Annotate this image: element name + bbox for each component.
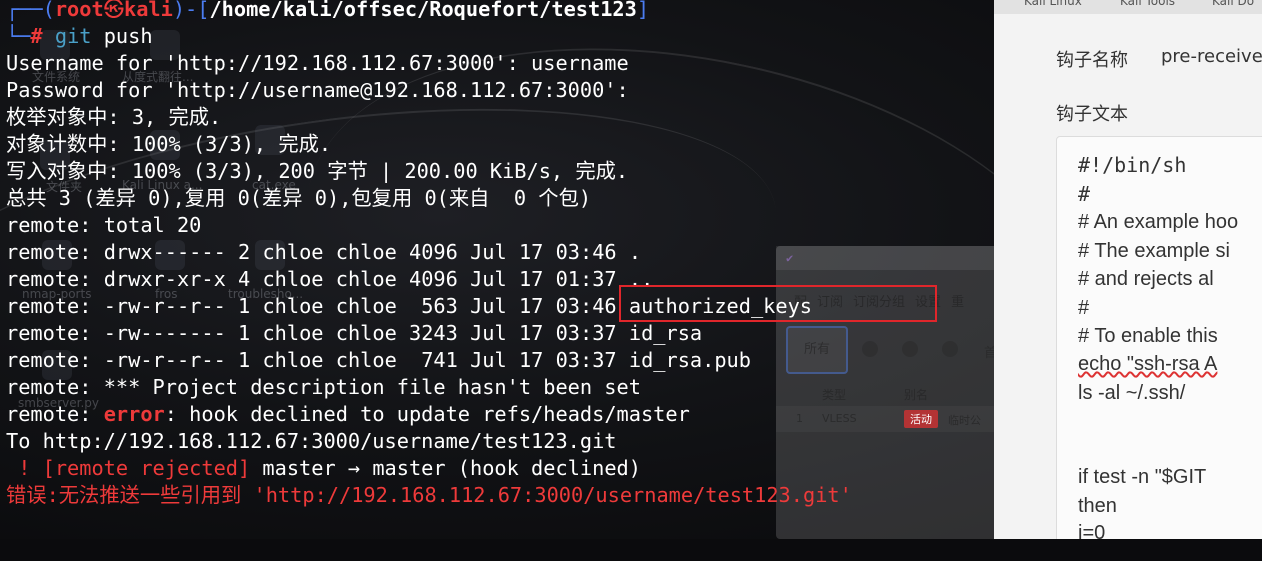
error-keyword: error bbox=[103, 402, 165, 426]
command-line: └─# git push bbox=[6, 24, 153, 48]
prompt-cwd: /home/kali/offsec/Roquefort/test123 bbox=[209, 0, 637, 21]
code-line: # The example si bbox=[1078, 240, 1230, 262]
final-error-line: 错误:无法推送一些引用到 'http://192.168.112.67:3000… bbox=[6, 483, 852, 507]
remote-listing-line: remote: drwxr-xr-x 4 chloe chloe 4096 Ju… bbox=[6, 267, 654, 291]
output-line: 写入对象中: 100% (3/3), 200 字节 | 200.00 KiB/s… bbox=[6, 159, 629, 183]
bookmark-kali-docs[interactable]: Kali Do bbox=[1212, 0, 1254, 8]
hook-editor-panel: Kali Linux Kali Tools Kali Do 钩子名称 pre-r… bbox=[994, 0, 1262, 539]
rejected-line: ! [remote rejected] master → master (hoo… bbox=[6, 456, 641, 480]
terminal-window[interactable]: ┌──(root㉿kali)-[/home/kali/offsec/Roquef… bbox=[0, 0, 1000, 539]
browser-bookmarks-bar: Kali Linux Kali Tools Kali Do bbox=[994, 0, 1262, 14]
prompt-line: ┌──(root㉿kali)-[/home/kali/offsec/Roquef… bbox=[6, 0, 649, 23]
command-name: git bbox=[54, 24, 92, 48]
output-line: To http://192.168.112.67:3000/username/t… bbox=[6, 429, 617, 453]
remote-listing-line: remote: drwx------ 2 chloe chloe 4096 Ju… bbox=[6, 240, 642, 264]
output-line: 对象计数中: 100% (3/3), 完成. bbox=[6, 132, 332, 156]
output-line: 总共 3 (差异 0),复用 0(差异 0),包复用 0(来自 0 个包) bbox=[6, 186, 592, 210]
remote-line: remote: *** Project description file has… bbox=[6, 375, 641, 399]
code-line: if test -n "$GIT bbox=[1078, 466, 1207, 488]
remote-listing-line: remote: -rw-r--r-- 1 chloe chloe 741 Jul… bbox=[6, 348, 751, 372]
remote-line: remote: total 20 bbox=[6, 213, 202, 237]
prompt-at-symbol: ㉿ bbox=[103, 0, 124, 21]
code-line: # An example hoo bbox=[1078, 211, 1239, 233]
code-line: echo "ssh-rsa A bbox=[1078, 353, 1218, 375]
output-line: Password for 'http://username@192.168.11… bbox=[6, 78, 629, 102]
output-line: Username for 'http://192.168.112.67:3000… bbox=[6, 51, 629, 75]
hook-name-value: pre-receive bbox=[1161, 46, 1262, 67]
hook-text-label: 钩子文本 bbox=[1056, 104, 1128, 125]
command-args: push bbox=[91, 24, 153, 48]
bookmark-kali-linux[interactable]: Kali Linux bbox=[1024, 0, 1082, 8]
bookmark-kali-tools[interactable]: Kali Tools bbox=[1120, 0, 1175, 8]
code-line: ls -al ~/.ssh/ bbox=[1078, 382, 1186, 404]
code-line: # bbox=[1078, 182, 1091, 206]
prompt-user: root bbox=[54, 0, 104, 21]
remote-error-line: remote: error: hook declined to update r… bbox=[6, 402, 690, 426]
code-line: i=0 bbox=[1078, 522, 1106, 539]
hook-name-label: 钩子名称 bbox=[1056, 50, 1128, 71]
output-line: 枚举对象中: 3, 完成. bbox=[6, 105, 222, 129]
code-line: # bbox=[1078, 297, 1090, 319]
code-line: # To enable this bbox=[1078, 325, 1218, 347]
remote-listing-line: remote: -rw------- 1 chloe chloe 3243 Ju… bbox=[6, 321, 703, 345]
code-line: # and rejects al bbox=[1078, 268, 1214, 290]
prompt-symbol: # bbox=[30, 24, 43, 48]
authorized-keys-highlight bbox=[619, 285, 937, 322]
code-line: #!/bin/sh bbox=[1078, 153, 1187, 177]
code-line: then bbox=[1078, 495, 1117, 517]
prompt-host: kali bbox=[123, 0, 173, 21]
